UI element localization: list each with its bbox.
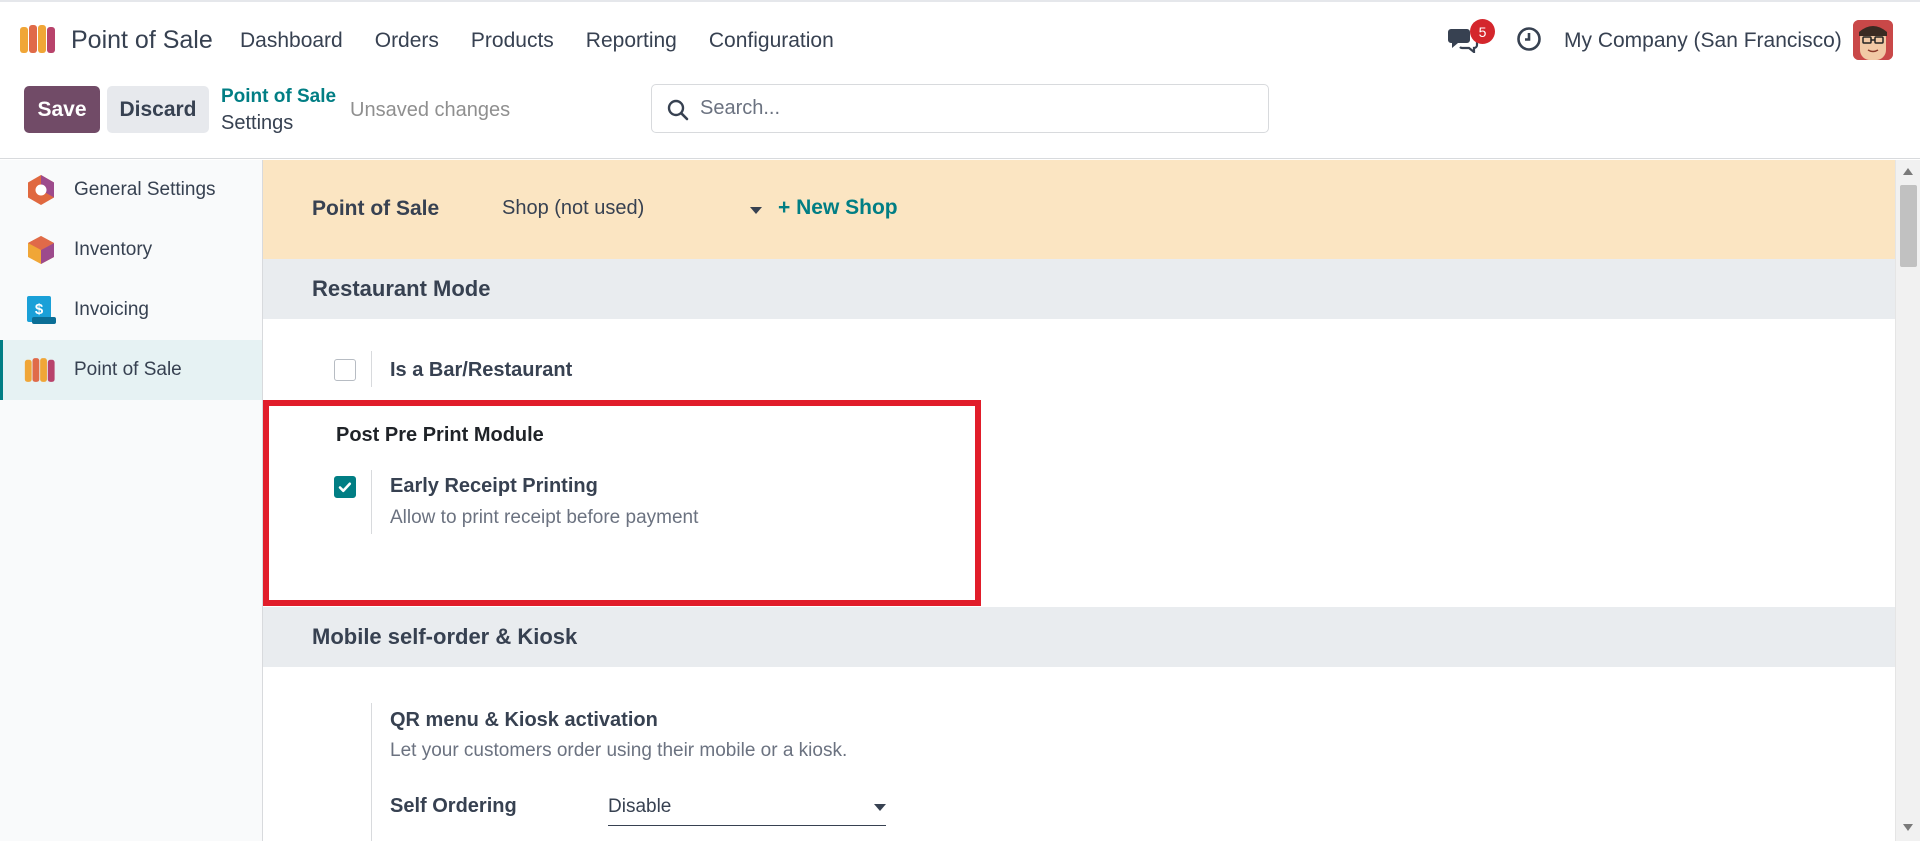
- bar-restaurant-label: Is a Bar/Restaurant: [390, 359, 573, 381]
- main-menu: Dashboard Orders Products Reporting Conf…: [240, 29, 866, 53]
- breadcrumb-point-of-sale[interactable]: Point of Sale: [221, 86, 336, 108]
- sidebar-item-label: Point of Sale: [74, 359, 182, 380]
- breadcrumb-current: Settings: [221, 112, 294, 134]
- self-ordering-label: Self Ordering: [390, 795, 517, 817]
- shop-select[interactable]: Shop (not used): [502, 197, 764, 220]
- sidebar-item-point-of-sale[interactable]: Point of Sale: [0, 340, 262, 400]
- scrollbar[interactable]: [1895, 160, 1920, 841]
- sidebar-item-label: Invoicing: [74, 299, 149, 320]
- control-panel: Save Discard Point of Sale Settings Unsa…: [0, 77, 1920, 159]
- sidebar-item-label: General Settings: [74, 179, 216, 200]
- pos-selector-banner: Point of Sale Shop (not used) + New Shop: [263, 160, 1895, 259]
- menu-orders[interactable]: Orders: [375, 29, 439, 53]
- pos-label: Point of Sale: [312, 197, 440, 220]
- save-button[interactable]: Save: [24, 86, 100, 133]
- sidebar-item-general-settings[interactable]: General Settings: [0, 160, 262, 220]
- early-receipt-checkbox[interactable]: [334, 476, 356, 498]
- section-header-mobile-kiosk: Mobile self-order & Kiosk: [263, 607, 1895, 667]
- top-navbar: Point of Sale Dashboard Orders Products …: [0, 0, 1920, 77]
- invoicing-icon: $: [27, 296, 56, 324]
- point-of-sale-icon: [24, 358, 55, 382]
- general-settings-icon: [28, 175, 54, 205]
- svg-text:$: $: [35, 301, 44, 318]
- checkmark-icon: [338, 482, 352, 493]
- qr-kiosk-title: QR menu & Kiosk activation: [390, 709, 658, 731]
- app-name[interactable]: Point of Sale: [71, 26, 213, 55]
- setting-divider: [371, 703, 372, 841]
- section-header-restaurant-mode: Restaurant Mode: [263, 259, 1895, 319]
- chevron-down-icon[interactable]: [874, 804, 886, 811]
- setting-divider: [371, 351, 372, 387]
- chevron-down-icon[interactable]: [750, 207, 762, 214]
- search-box: [651, 84, 1269, 133]
- scroll-up-arrow-icon[interactable]: [1903, 168, 1913, 175]
- scroll-down-arrow-icon[interactable]: [1903, 824, 1913, 831]
- menu-dashboard[interactable]: Dashboard: [240, 29, 343, 53]
- setting-divider: [371, 470, 372, 534]
- self-ordering-select[interactable]: Disable: [608, 796, 886, 826]
- new-shop-button[interactable]: + New Shop: [778, 196, 898, 220]
- menu-reporting[interactable]: Reporting: [586, 29, 677, 53]
- scrollbar-thumb[interactable]: [1900, 185, 1917, 267]
- bar-restaurant-checkbox[interactable]: [334, 359, 356, 381]
- point-of-sale-app-icon[interactable]: [19, 23, 59, 55]
- company-switcher[interactable]: My Company (San Francisco): [1564, 29, 1842, 53]
- settings-content: Point of Sale Shop (not used) + New Shop…: [263, 160, 1895, 841]
- sidebar-item-label: Inventory: [74, 239, 153, 260]
- settings-sidebar: General Settings Inventory $ Invoicing P…: [0, 160, 263, 841]
- unsaved-changes-indicator: Unsaved changes: [350, 99, 511, 121]
- sidebar-item-invoicing[interactable]: $ Invoicing: [0, 280, 262, 340]
- chat-count-badge: 5: [1470, 19, 1495, 44]
- search-icon: [667, 99, 689, 121]
- sidebar-item-inventory[interactable]: Inventory: [0, 220, 262, 280]
- early-receipt-description: Allow to print receipt before payment: [390, 507, 699, 528]
- clock-icon[interactable]: [1516, 26, 1542, 52]
- section-title: Restaurant Mode: [312, 276, 491, 301]
- early-receipt-title: Early Receipt Printing: [390, 475, 598, 497]
- module-title: Post Pre Print Module: [336, 424, 544, 446]
- qr-kiosk-description: Let your customers order using their mob…: [390, 740, 848, 761]
- discard-button[interactable]: Discard: [107, 86, 209, 133]
- avatar[interactable]: [1853, 20, 1893, 60]
- menu-configuration[interactable]: Configuration: [709, 29, 834, 53]
- inventory-icon: [28, 236, 54, 264]
- search-input[interactable]: [700, 85, 1260, 132]
- section-title: Mobile self-order & Kiosk: [312, 624, 578, 649]
- menu-products[interactable]: Products: [471, 29, 554, 53]
